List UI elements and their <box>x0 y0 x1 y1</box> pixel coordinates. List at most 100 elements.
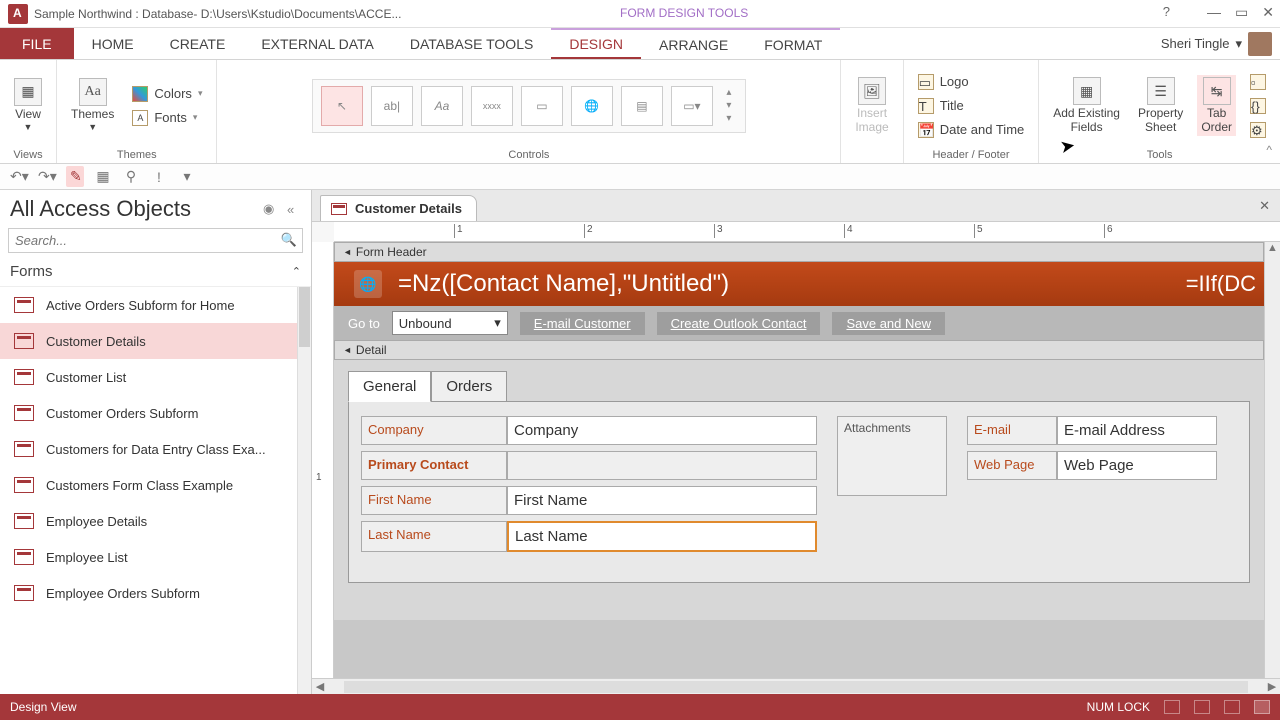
nav-item[interactable]: Customer Details <box>0 323 311 359</box>
detail-area[interactable]: General Orders CompanyCompany Primary Co… <box>334 360 1264 620</box>
property-sheet-button[interactable]: ☰Property Sheet <box>1134 75 1187 135</box>
horizontal-scrollbar[interactable]: ◀▶ <box>312 678 1280 694</box>
webpage-label[interactable]: Web Page <box>967 451 1057 480</box>
attachments-control[interactable]: Attachments <box>837 416 947 496</box>
tab-design[interactable]: DESIGN <box>551 28 641 59</box>
nav-item[interactable]: Employee Details <box>0 503 311 539</box>
controls-gallery[interactable]: ↖ ab| Aa xxxx ▭ 🌐 ▤ ▭▾ ▴▾▾ <box>312 79 746 133</box>
subform-new-window-button[interactable]: ▫ <box>1246 72 1270 92</box>
form-view-icon[interactable] <box>1164 700 1180 714</box>
insert-image-button[interactable]: 🖼Insert Image <box>851 75 892 135</box>
help-icon[interactable]: ? <box>1163 4 1170 19</box>
colors-button[interactable]: Colors ▾ <box>128 84 206 104</box>
nav-category-forms[interactable]: Forms⌃ <box>0 257 311 287</box>
collapse-ribbon-icon[interactable]: ^ <box>1266 143 1272 157</box>
minimize-icon[interactable]: — <box>1207 4 1221 21</box>
nav-item[interactable]: Employee Orders Subform <box>0 575 311 611</box>
header-right-expression[interactable]: =IIf(DC <box>1186 271 1256 297</box>
first-name-label[interactable]: First Name <box>361 486 507 515</box>
tab-general[interactable]: General <box>348 371 431 402</box>
vertical-scrollbar[interactable]: ▲ <box>1264 242 1280 678</box>
qat-datasheet-icon[interactable]: ▦ <box>94 168 112 185</box>
qat-more-icon[interactable]: ▾ <box>178 168 196 185</box>
horizontal-ruler[interactable]: 1 2 3 4 5 6 <box>334 222 1280 242</box>
email-label[interactable]: E-mail <box>967 416 1057 445</box>
qat-filter-icon[interactable]: ⚲ <box>122 168 140 185</box>
qat-save-icon[interactable]: ! <box>150 169 168 185</box>
nav-collapse-icon[interactable]: « <box>287 202 301 217</box>
form-header-section-bar[interactable]: ◄Form Header <box>334 242 1264 262</box>
datetime-button[interactable]: 📅Date and Time <box>914 120 1029 140</box>
qat-design-view-icon[interactable]: ✎ <box>66 166 84 187</box>
detail-section-bar[interactable]: ◄Detail <box>334 340 1264 360</box>
button-tool-icon[interactable]: xxxx <box>471 86 513 126</box>
close-icon[interactable]: ✕ <box>1262 4 1274 21</box>
logo-button[interactable]: ▭Logo <box>914 72 1029 92</box>
nav-item[interactable]: Customers Form Class Example <box>0 467 311 503</box>
nav-search[interactable]: 🔍 <box>8 228 303 253</box>
last-name-label[interactable]: Last Name <box>361 521 507 552</box>
collapse-category-icon[interactable]: ⌃ <box>292 265 301 278</box>
design-view-icon[interactable] <box>1254 700 1270 714</box>
goto-combo[interactable]: Unbound▾ <box>392 311 508 335</box>
detail-tab-control[interactable]: General Orders <box>348 370 1250 401</box>
scrollbar-thumb[interactable] <box>299 287 310 347</box>
undo-icon[interactable]: ↶▾ <box>10 168 28 185</box>
tab-external-data[interactable]: EXTERNAL DATA <box>243 28 392 59</box>
email-field[interactable]: E-mail Address <box>1057 416 1217 445</box>
navigation-tool-icon[interactable]: ▤ <box>621 86 663 126</box>
fonts-button[interactable]: AFonts ▾ <box>128 108 206 128</box>
tab-format[interactable]: FORMAT <box>746 28 840 59</box>
tab-order-button[interactable]: ↹Tab Order <box>1197 75 1236 135</box>
form-header-area[interactable]: 🌐 =Nz([Contact Name],"Untitled") =IIf(DC <box>334 262 1264 306</box>
primary-contact-label[interactable]: Primary Contact <box>361 451 507 480</box>
vertical-ruler[interactable]: 1 <box>312 242 334 678</box>
layout-view-icon[interactable] <box>1224 700 1240 714</box>
view-code-button[interactable]: {} <box>1246 96 1270 116</box>
first-name-field[interactable]: First Name <box>507 486 817 515</box>
convert-macros-button[interactable]: ⚙ <box>1246 120 1270 140</box>
combo-tool-icon[interactable]: ▭▾ <box>671 86 713 126</box>
nav-menu-icon[interactable]: ◉ <box>263 201 281 217</box>
create-outlook-contact-button[interactable]: Create Outlook Contact <box>657 312 821 335</box>
close-document-icon[interactable]: ✕ <box>1259 198 1270 214</box>
restore-icon[interactable]: ▭ <box>1235 4 1248 21</box>
add-existing-fields-button[interactable]: ▦Add Existing Fields <box>1049 75 1124 135</box>
header-title-expression[interactable]: =Nz([Contact Name],"Untitled") <box>398 270 729 298</box>
design-canvas[interactable]: ◄Form Header 🌐 =Nz([Contact Name],"Untit… <box>334 242 1264 678</box>
user-account[interactable]: Sheri Tingle▾ <box>1161 28 1280 59</box>
view-button[interactable]: ▦View▼ <box>10 76 46 135</box>
scroll-left-icon[interactable]: ◀ <box>312 680 328 693</box>
header-logo-icon[interactable]: 🌐 <box>354 270 382 298</box>
search-icon[interactable]: 🔍 <box>281 232 297 248</box>
tab-orders[interactable]: Orders <box>431 371 507 402</box>
datasheet-view-icon[interactable] <box>1194 700 1210 714</box>
scroll-right-icon[interactable]: ▶ <box>1264 680 1280 693</box>
tab-database-tools[interactable]: DATABASE TOOLS <box>392 28 551 59</box>
nav-scrollbar[interactable] <box>297 287 311 694</box>
nav-heading[interactable]: All Access Objects <box>10 196 263 222</box>
tab-home[interactable]: HOME <box>74 28 152 59</box>
nav-item[interactable]: Customer List <box>0 359 311 395</box>
document-tab[interactable]: Customer Details <box>320 195 477 221</box>
webpage-field[interactable]: Web Page <box>1057 451 1217 480</box>
search-input[interactable] <box>8 228 303 253</box>
tab-control-icon[interactable]: ▭ <box>521 86 563 126</box>
label-tool-icon[interactable]: Aa <box>421 86 463 126</box>
scroll-up-icon[interactable]: ▲ <box>1265 242 1280 258</box>
company-label[interactable]: Company <box>361 416 507 445</box>
email-customer-button[interactable]: E-mail Customer <box>520 312 645 335</box>
nav-item[interactable]: Customer Orders Subform <box>0 395 311 431</box>
company-field[interactable]: Company <box>507 416 817 445</box>
title-button[interactable]: TTitle <box>914 96 1029 116</box>
gallery-more[interactable]: ▴▾▾ <box>721 87 737 124</box>
hyperlink-tool-icon[interactable]: 🌐 <box>571 86 613 126</box>
save-and-new-button[interactable]: Save and New <box>832 312 945 335</box>
nav-item[interactable]: Customers for Data Entry Class Exa... <box>0 431 311 467</box>
textbox-tool-icon[interactable]: ab| <box>371 86 413 126</box>
nav-item[interactable]: Employee List <box>0 539 311 575</box>
nav-item[interactable]: Active Orders Subform for Home <box>0 287 311 323</box>
tab-file[interactable]: FILE <box>0 28 74 59</box>
scrollbar-track[interactable] <box>344 681 1248 693</box>
tab-create[interactable]: CREATE <box>152 28 244 59</box>
